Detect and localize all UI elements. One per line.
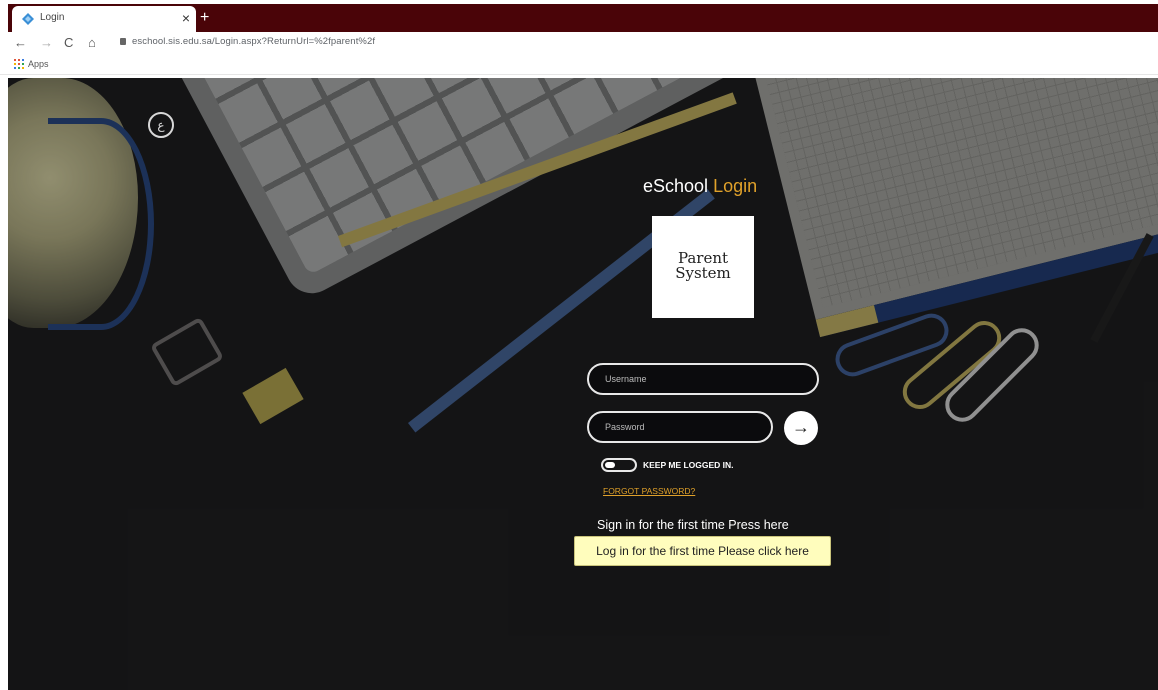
login-submit-button[interactable]: → [784,411,818,445]
forgot-password-link[interactable]: FORGOT PASSWORD? [603,486,695,496]
back-icon[interactable]: ← [14,34,27,52]
site-favicon-icon [22,13,34,25]
parent-system-logo: Parent System [652,216,754,318]
page-viewport: ع eSchool Login Parent System Username P… [8,78,1158,690]
keep-logged-in-toggle[interactable] [601,458,637,472]
page-title: eSchool Login [643,176,757,197]
tab-title: Login [40,12,65,23]
arrow-right-icon: → [792,417,810,437]
apps-grid-icon[interactable] [14,59,24,69]
apps-bookmark[interactable]: Apps [28,59,49,69]
reload-icon[interactable]: C [64,34,73,52]
first-time-text: Sign in for the first time Press here [597,518,789,532]
close-icon[interactable]: × [182,10,190,26]
home-icon[interactable]: ⌂ [88,34,96,52]
address-bar: ← → C ⌂ eschool.sis.edu.sa/Login.aspx?Re… [0,32,1158,54]
username-input[interactable]: Username [587,363,819,395]
title-accent: Login [713,176,758,196]
background-overlay [8,78,1158,690]
logo-line-2: System [675,264,731,282]
browser-tab[interactable]: Login × [12,6,196,32]
bookmarks-bar: Apps [0,54,1158,75]
title-main: eSchool [643,176,714,196]
keep-logged-in-label: KEEP ME LOGGED IN. [643,460,734,470]
lock-icon[interactable] [120,38,126,45]
url-field[interactable]: eschool.sis.edu.sa/Login.aspx?ReturnUrl=… [132,36,375,47]
first-time-login-button[interactable]: Log in for the first time Please click h… [574,536,831,566]
forward-icon[interactable]: → [40,34,53,52]
new-tab-icon[interactable]: + [200,9,209,27]
eschool-logo-icon: ع [148,112,174,138]
browser-chrome: Login × + ← → C ⌂ eschool.sis.edu.sa/Log… [0,0,1158,78]
tab-strip: Login × + [8,4,1158,32]
password-input[interactable]: Password [587,411,773,443]
